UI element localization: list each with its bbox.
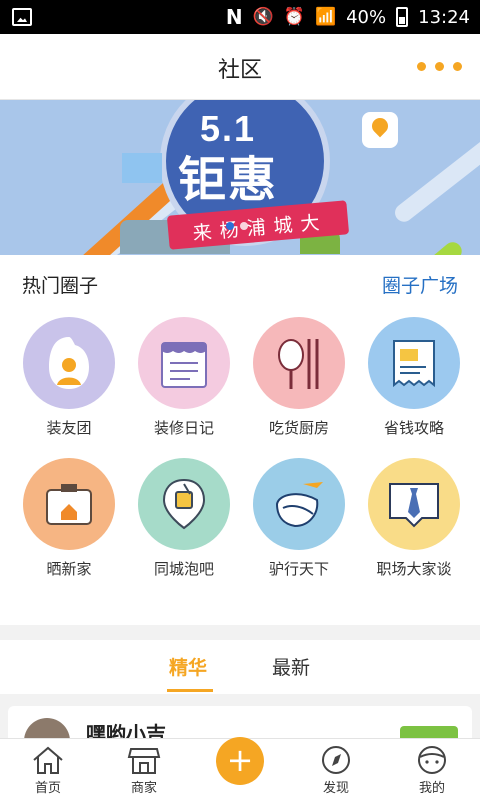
nav-label: 首页 bbox=[34, 781, 61, 796]
more-dot-icon bbox=[417, 62, 426, 71]
page-dot[interactable] bbox=[226, 222, 234, 230]
drink-icon bbox=[138, 458, 230, 550]
circle-label: 晒新家 bbox=[46, 560, 92, 578]
tie-icon bbox=[368, 458, 460, 550]
banner-stripe bbox=[354, 238, 466, 255]
travel-icon bbox=[253, 458, 345, 550]
nav-item-discover[interactable]: 发现 bbox=[306, 745, 366, 796]
feed-tabs: 精华 最新 bbox=[0, 640, 480, 694]
circle-label: 省钱攻略 bbox=[383, 419, 444, 437]
circle-item[interactable]: 职场大家谈 bbox=[354, 458, 474, 579]
compass-icon bbox=[319, 745, 353, 775]
circle-label: 吃货厨房 bbox=[268, 419, 329, 437]
circle-label: 装修日记 bbox=[153, 419, 214, 437]
more-dot-icon bbox=[453, 62, 462, 71]
nfc-icon: N bbox=[225, 5, 243, 29]
banner-pagination bbox=[226, 222, 248, 230]
alarm-icon: ⏰ bbox=[283, 7, 305, 27]
banner-flag bbox=[122, 153, 162, 183]
receipt-icon bbox=[368, 317, 460, 409]
circle-plaza-link[interactable]: 圈子广场 bbox=[382, 271, 458, 298]
more-options-button[interactable] bbox=[417, 62, 462, 71]
banner-title: 钜惠 bbox=[178, 152, 279, 208]
circle-item[interactable]: 装修日记 bbox=[124, 317, 244, 438]
circle-label: 装友团 bbox=[46, 419, 92, 437]
add-post-button[interactable]: + bbox=[216, 737, 264, 785]
app-header: 社区 bbox=[0, 34, 480, 100]
nav-label: 商家 bbox=[130, 781, 157, 796]
circle-item[interactable]: 驴行天下 bbox=[239, 458, 359, 579]
page-title: 社区 bbox=[217, 58, 262, 83]
nav-label: 我的 bbox=[418, 781, 445, 796]
banner-stripe bbox=[391, 112, 480, 226]
circle-label: 同城泡吧 bbox=[153, 560, 214, 578]
hot-circles-section: 热门圈子 圈子广场 装友团 装修日记 吃货厨房 省钱攻略 晒新家 同城泡吧 驴行… bbox=[0, 255, 480, 625]
battery-icon bbox=[396, 7, 409, 27]
more-dot-icon bbox=[435, 62, 444, 71]
battery-level: 40% bbox=[346, 6, 387, 28]
active-tab-indicator bbox=[167, 689, 213, 692]
profile-icon bbox=[415, 745, 449, 775]
camera-icon bbox=[23, 458, 115, 550]
tab-featured[interactable]: 精华 bbox=[169, 653, 207, 680]
add-icon: + bbox=[226, 741, 254, 779]
status-bar: N 🔇 ⏰ 📶 40% 13:24 bbox=[0, 0, 480, 34]
bottom-navigation: 首页 商家 + 发现 我的 bbox=[0, 737, 480, 800]
circle-label: 职场大家谈 bbox=[376, 560, 452, 578]
circle-item[interactable]: 吃货厨房 bbox=[239, 317, 359, 438]
shop-icon bbox=[127, 745, 161, 775]
page-dot[interactable] bbox=[240, 222, 248, 230]
home-icon bbox=[31, 745, 65, 775]
location-pin-icon bbox=[362, 112, 398, 148]
circle-item[interactable]: 同城泡吧 bbox=[124, 458, 244, 579]
gallery-icon bbox=[12, 8, 32, 26]
diary-icon bbox=[138, 317, 230, 409]
circle-item[interactable]: 晒新家 bbox=[9, 458, 129, 579]
food-icon bbox=[253, 317, 345, 409]
nav-label: 发现 bbox=[322, 781, 349, 796]
mute-icon: 🔇 bbox=[252, 7, 274, 27]
wifi-icon: 📶 bbox=[314, 7, 337, 27]
promo-banner[interactable]: 5.1 钜惠 来杨浦城大 bbox=[0, 100, 480, 255]
nav-item-merchants[interactable]: 商家 bbox=[114, 745, 174, 796]
clock: 13:24 bbox=[418, 6, 470, 28]
section-heading: 热门圈子 bbox=[22, 275, 99, 297]
nav-item-home[interactable]: 首页 bbox=[18, 745, 78, 796]
circle-item[interactable]: 装友团 bbox=[9, 317, 129, 438]
tab-latest[interactable]: 最新 bbox=[272, 653, 310, 680]
nav-item-me[interactable]: 我的 bbox=[402, 745, 462, 796]
circle-item[interactable]: 省钱攻略 bbox=[354, 317, 474, 438]
person-icon bbox=[23, 317, 115, 409]
circle-label: 驴行天下 bbox=[268, 560, 329, 578]
